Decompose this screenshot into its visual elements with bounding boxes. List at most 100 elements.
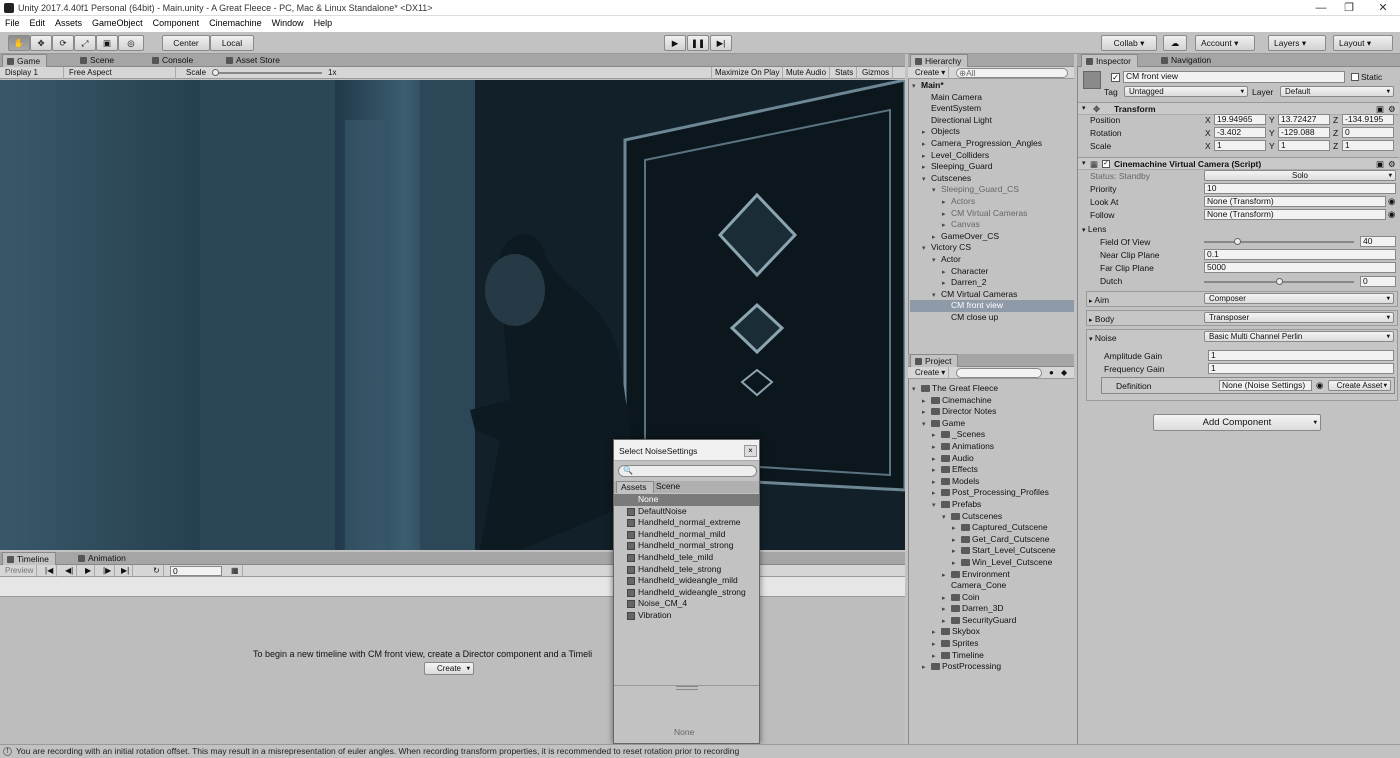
stats-button[interactable]: Stats — [832, 67, 858, 79]
scale-tool-icon[interactable]: ⤢ — [74, 35, 96, 51]
hierarchy-row[interactable]: EventSystem — [910, 103, 1074, 115]
menu-gameobject[interactable]: GameObject — [87, 16, 148, 28]
vcam-header[interactable]: ▾ ▦ ✓ Cinemachine Virtual Camera (Script… — [1078, 157, 1399, 170]
menu-edit[interactable]: Edit — [25, 16, 51, 28]
project-row[interactable]: ▸ Audio — [910, 453, 1074, 465]
close-button[interactable]: ✕ — [1368, 1, 1398, 15]
layers-dropdown[interactable]: Layers ▾ — [1268, 35, 1326, 51]
tab-inspector[interactable]: Inspector — [1081, 54, 1138, 67]
foldout-icon[interactable]: ▾ — [1082, 103, 1086, 115]
noise-dropdown[interactable]: Basic Multi Channel Perlin — [1204, 331, 1394, 342]
hierarchy-row[interactable]: ▸ Camera_Progression_Angles — [910, 138, 1074, 150]
body-dropdown[interactable]: Transposer — [1204, 312, 1394, 323]
project-row[interactable]: ▸ Get_Card_Cutscene — [910, 534, 1074, 546]
dutch-slider-thumb[interactable] — [1276, 278, 1283, 285]
pause-icon[interactable]: ❚❚ — [687, 35, 709, 51]
layout-dropdown[interactable]: Layout ▾ — [1333, 35, 1393, 51]
project-create-button[interactable]: Create ▾ — [912, 367, 950, 379]
project-row[interactable]: ▸ Timeline — [910, 650, 1074, 662]
play-timeline-icon[interactable]: ▶ — [82, 565, 96, 577]
scale-z-field[interactable]: 1 — [1342, 140, 1394, 151]
hierarchy-row[interactable]: ▸ Objects — [910, 126, 1074, 138]
frame-field[interactable]: 0 — [170, 566, 222, 576]
gizmos-button[interactable]: Gizmos — [859, 67, 894, 79]
vcam-enabled-checkbox[interactable]: ✓ — [1102, 160, 1110, 168]
minimize-button[interactable]: — — [1306, 1, 1336, 15]
scale-slider[interactable] — [212, 69, 322, 76]
project-row[interactable]: ▸ Sprites — [910, 638, 1074, 650]
project-row[interactable]: ▸ Win_Level_Cutscene — [910, 557, 1074, 569]
project-row[interactable]: ▸ Skybox — [910, 626, 1074, 638]
project-row[interactable]: Camera_Cone — [910, 580, 1074, 592]
noise-list-item[interactable]: None — [614, 494, 759, 506]
hierarchy-row[interactable]: CM close up — [910, 312, 1074, 324]
noise-list-item[interactable]: DefaultNoise — [614, 506, 759, 518]
project-row[interactable]: ▸ Models — [910, 476, 1074, 488]
loop-icon[interactable]: ↻ — [150, 565, 164, 577]
frequency-field[interactable]: 1 — [1208, 363, 1394, 374]
scale-slider-thumb[interactable] — [212, 69, 219, 76]
filter-label-icon[interactable]: ◆ — [1058, 367, 1070, 379]
noise-list-item[interactable]: Handheld_wideangle_mild — [614, 575, 759, 587]
far-clip-field[interactable]: 5000 — [1204, 262, 1396, 273]
follow-field[interactable]: None (Transform) — [1204, 209, 1386, 220]
step-icon[interactable]: ▶| — [710, 35, 732, 51]
amplitude-field[interactable]: 1 — [1208, 350, 1394, 361]
menu-help[interactable]: Help — [309, 16, 338, 28]
rect-tool-icon[interactable]: ▣ — [96, 35, 118, 51]
popup-search-input[interactable]: 🔍 — [618, 465, 757, 477]
hierarchy-row[interactable]: CM front view — [910, 300, 1074, 312]
priority-field[interactable]: 10 — [1204, 183, 1396, 194]
noise-foldout[interactable]: ▾ Noise — [1089, 333, 1117, 343]
dutch-field[interactable]: 0 — [1360, 276, 1396, 287]
layer-dropdown[interactable]: Default — [1280, 86, 1394, 97]
hierarchy-row[interactable]: ▸ Darren_2 — [910, 277, 1074, 289]
project-row[interactable]: ▸ Post_Processing_Profiles — [910, 487, 1074, 499]
hierarchy-create-button[interactable]: Create ▾ — [912, 67, 950, 79]
next-frame-icon[interactable]: |▶ — [100, 565, 116, 577]
position-y-field[interactable]: 13.72427 — [1278, 114, 1330, 125]
aim-dropdown[interactable]: Composer — [1204, 293, 1394, 304]
popup-close-icon[interactable]: × — [744, 445, 757, 457]
maximize-button[interactable]: ❐ — [1334, 1, 1364, 15]
popup-tab-scene[interactable]: Scene — [652, 481, 686, 493]
account-dropdown[interactable]: Account ▾ — [1195, 35, 1255, 51]
rotation-z-field[interactable]: 0 — [1342, 127, 1394, 138]
hierarchy-row[interactable]: ▸ GameOver_CS — [910, 231, 1074, 243]
noise-list-item[interactable]: Vibration — [614, 610, 759, 622]
tab-hierarchy[interactable]: Hierarchy — [910, 54, 969, 67]
tab-asset-store[interactable]: Asset Store — [222, 54, 286, 67]
cloud-icon[interactable]: ☁ — [1163, 35, 1187, 51]
noise-list-item[interactable]: Handheld_normal_mild — [614, 529, 759, 541]
component-help-icon[interactable]: ▣ — [1376, 158, 1384, 170]
noise-list-item[interactable]: Handheld_normal_strong — [614, 540, 759, 552]
rotation-y-field[interactable]: -129.088 — [1278, 127, 1330, 138]
project-row[interactable]: ▸ Coin — [910, 592, 1074, 604]
hierarchy-row[interactable]: ▸ Actors — [910, 196, 1074, 208]
near-clip-field[interactable]: 0.1 — [1204, 249, 1396, 260]
hierarchy-row[interactable]: ▾ Actor — [910, 254, 1074, 266]
play-icon[interactable]: ▶ — [664, 35, 686, 51]
position-z-field[interactable]: -134.9195 — [1342, 114, 1394, 125]
display-dropdown[interactable]: Display 1 — [2, 67, 64, 79]
noise-list-item[interactable]: Handheld_tele_mild — [614, 552, 759, 564]
tab-navigation[interactable]: Navigation — [1157, 54, 1217, 67]
project-row[interactable]: ▸ Director Notes — [910, 406, 1074, 418]
hierarchy-row[interactable]: ▸ Character — [910, 266, 1074, 278]
project-row[interactable]: ▸ Animations — [910, 441, 1074, 453]
aim-foldout[interactable]: ▸ Aim — [1089, 295, 1109, 305]
menu-file[interactable]: File — [0, 16, 25, 28]
hierarchy-row[interactable]: ▸ Canvas — [910, 219, 1074, 231]
follow-picker-icon[interactable]: ◉ — [1388, 209, 1395, 220]
project-row[interactable]: ▸ Captured_Cutscene — [910, 522, 1074, 534]
timeline-settings-icon[interactable]: ▦ — [228, 565, 243, 577]
tab-animation[interactable]: Animation — [74, 552, 132, 565]
resize-handle[interactable] — [676, 686, 698, 690]
rotate-tool-icon[interactable]: ⟳ — [52, 35, 74, 51]
project-row[interactable]: ▸ _Scenes — [910, 429, 1074, 441]
menu-cinemachine[interactable]: Cinemachine — [204, 16, 267, 28]
body-foldout[interactable]: ▸ Body — [1089, 314, 1114, 324]
tab-game[interactable]: Game — [2, 54, 48, 67]
game-viewport[interactable] — [0, 80, 905, 550]
component-settings-icon[interactable]: ⚙ — [1388, 158, 1396, 170]
